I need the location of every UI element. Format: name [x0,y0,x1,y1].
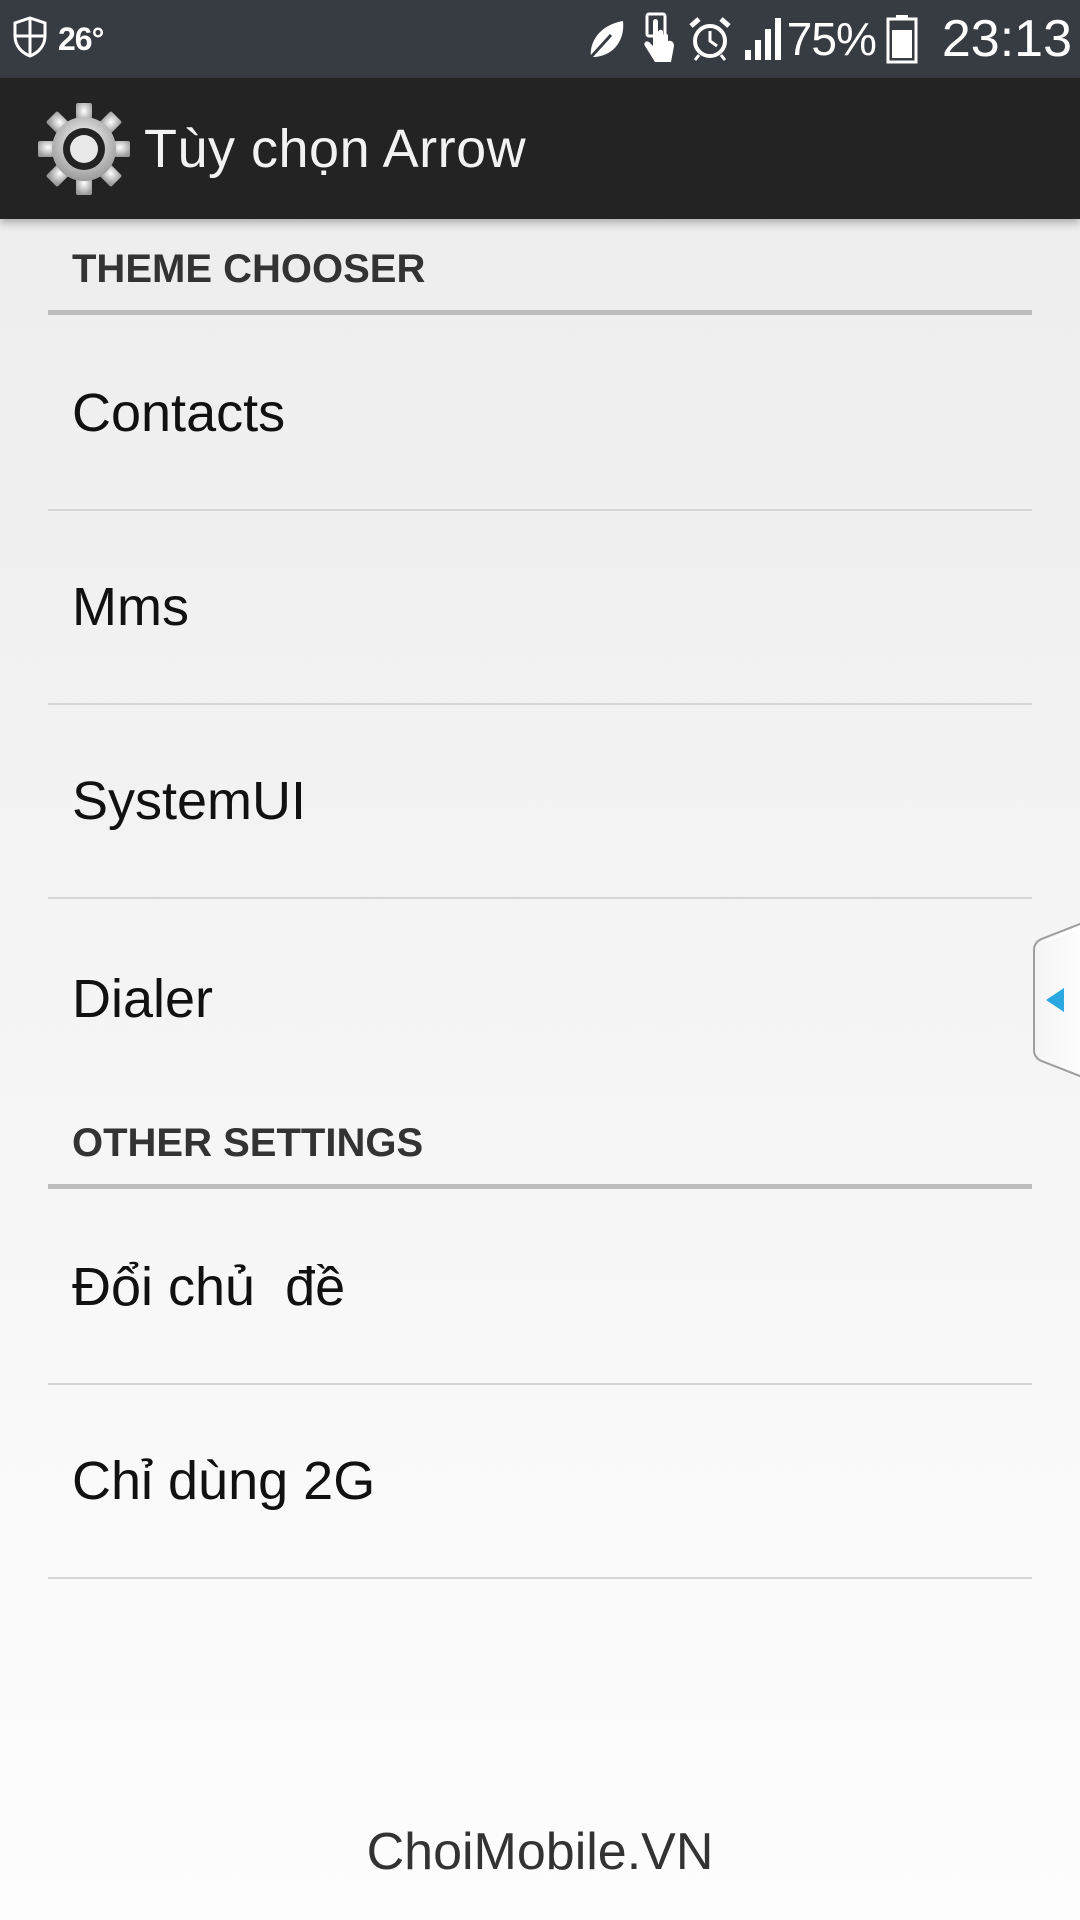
clock-time: 23:13 [941,10,1072,68]
list-item-systemui[interactable]: SystemUI [48,705,1032,899]
list-item-2g-only[interactable]: Chỉ dùng 2G [48,1385,1032,1579]
status-bar: 26° 75% 23:13 [0,0,1080,78]
section-header-theme-chooser: THEME CHOOSER [48,238,1032,315]
shield-icon [12,15,48,63]
status-left: 26° [12,12,104,66]
list-item-change-theme[interactable]: Đổi chủ đề [48,1191,1032,1385]
list-item-label: Dialer [72,969,214,1029]
side-drawer-handle[interactable] [1030,918,1080,1082]
list-item-label: Chỉ dùng 2G [72,1451,376,1511]
battery-percent: 75% [786,13,877,65]
temperature: 26° [58,20,104,57]
list-item-label: Contacts [72,383,286,443]
status-right: 75% 23:13 [575,0,1072,78]
alarm-clock-icon [687,16,733,62]
list-item-mms[interactable]: Mms [48,511,1032,705]
gear-icon[interactable] [34,99,134,199]
list-item-label: Mms [72,577,189,637]
leaf-icon [585,17,629,61]
list-item-dialer[interactable]: Dialer [48,899,1032,1099]
signal-icon [743,16,785,62]
touch-icon [639,12,677,66]
section-header-other-settings: OTHER SETTINGS [48,1112,1032,1189]
footer-watermark: ChoiMobile.VN [366,1823,714,1881]
list-item-label: Đổi chủ đề [72,1257,346,1317]
action-bar: Tùy chọn Arrow [0,78,1080,219]
battery-icon [886,14,918,64]
page-title: Tùy chọn Arrow [144,118,527,179]
list-item-label: SystemUI [72,771,307,831]
list-item-contacts[interactable]: Contacts [48,317,1032,511]
